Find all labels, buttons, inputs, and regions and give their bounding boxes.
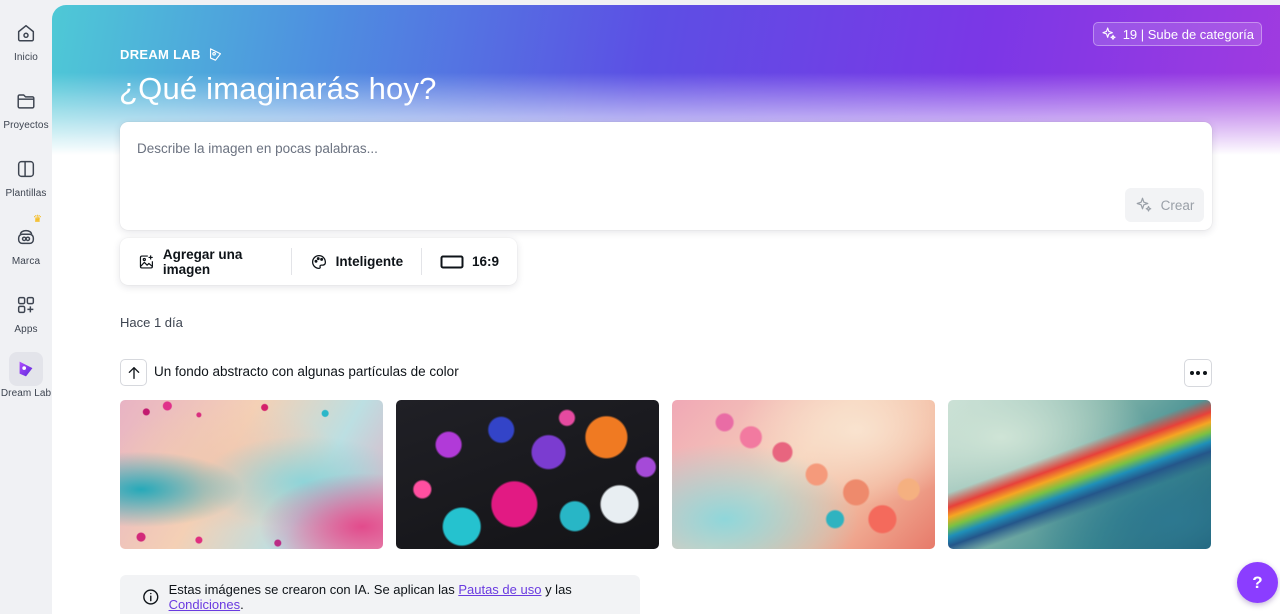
history-timestamp: Hace 1 día — [120, 315, 183, 330]
style-label: Inteligente — [335, 254, 404, 269]
folder-icon — [9, 84, 43, 118]
generated-image-1[interactable] — [120, 400, 383, 549]
more-options-button[interactable] — [1184, 359, 1212, 387]
brand-label: DREAM LAB — [120, 47, 201, 62]
disclaimer-text-before: Estas imágenes se crearon con IA. Se apl… — [168, 582, 459, 597]
prompt-box: Crear — [120, 122, 1212, 230]
dream-lab-icon — [9, 352, 43, 386]
help-button[interactable]: ? — [1237, 562, 1278, 603]
nav-label: Dream Lab — [0, 388, 52, 399]
disclaimer-text-end: . — [240, 597, 244, 612]
image-plus-icon — [139, 254, 153, 269]
sparkle-icon — [1136, 197, 1151, 212]
palette-icon — [311, 254, 326, 269]
dream-lab-logo-icon — [209, 48, 221, 61]
add-image-label: Agregar una imagen — [162, 246, 243, 277]
prompt-input[interactable] — [137, 137, 1177, 159]
usage-guidelines-link[interactable]: Pautas de uso — [458, 582, 541, 597]
reuse-prompt-button[interactable] — [120, 359, 147, 386]
upgrade-label: 19 | Sube de categoría — [1122, 26, 1254, 42]
home-icon — [9, 16, 43, 50]
nav-item-projects[interactable]: Proyectos — [0, 84, 52, 131]
nav-label: Plantillas — [5, 188, 47, 199]
brand-kit-icon: ♛ — [9, 214, 43, 254]
generated-image-3[interactable] — [672, 400, 935, 549]
create-label: Crear — [1160, 197, 1195, 213]
style-button[interactable]: Inteligente — [292, 238, 422, 285]
terms-link[interactable]: Condiciones — [169, 597, 241, 612]
page-title: ¿Qué imaginarás hoy? — [119, 71, 437, 106]
add-image-button[interactable]: Agregar una imagen — [120, 238, 291, 285]
nav-item-home[interactable]: Inicio — [0, 16, 52, 63]
disclaimer-text-mid: y las — [541, 582, 572, 597]
crown-icon: ♛ — [33, 214, 42, 225]
left-sidebar: Inicio Proyectos Plantillas ♛ Marca Apps… — [0, 0, 52, 614]
options-bar: Agregar una imagen Inteligente 16:9 — [120, 238, 517, 285]
sparkle-icon — [1102, 27, 1116, 40]
nav-label: Marca — [11, 256, 41, 267]
more-icon — [1189, 371, 1194, 375]
brand-title: DREAM LAB — [120, 46, 224, 63]
nav-item-dream-lab[interactable]: Dream Lab — [0, 352, 52, 399]
aspect-ratio-label: 16:9 — [471, 254, 499, 269]
nav-item-apps[interactable]: Apps — [0, 288, 52, 335]
create-button[interactable]: Crear — [1125, 188, 1204, 222]
info-icon — [143, 589, 159, 605]
nav-item-templates[interactable]: Plantillas — [0, 152, 52, 199]
nav-item-brand[interactable]: ♛ Marca — [0, 214, 52, 267]
history-prompt-text: Un fondo abstracto con algunas partícula… — [154, 364, 459, 379]
disclaimer-text: Estas imágenes se crearon con IA. Se apl… — [169, 582, 640, 612]
templates-icon — [9, 152, 43, 186]
upgrade-button[interactable]: 19 | Sube de categoría — [1092, 22, 1262, 46]
apps-icon — [9, 288, 43, 322]
ai-disclaimer: Estas imágenes se crearon con IA. Se apl… — [120, 575, 640, 614]
nav-label: Inicio — [14, 52, 38, 63]
arrow-up-icon — [128, 366, 139, 379]
help-label: ? — [1252, 572, 1263, 592]
aspect-ratio-icon — [440, 255, 464, 268]
main-panel: 19 | Sube de categoría DREAM LAB ¿Qué im… — [52, 5, 1280, 614]
generated-image-2[interactable] — [396, 400, 659, 549]
aspect-ratio-button[interactable]: 16:9 — [422, 238, 517, 285]
nav-label: Apps — [14, 324, 38, 335]
nav-label: Proyectos — [3, 120, 49, 131]
generated-image-4[interactable] — [948, 400, 1211, 549]
